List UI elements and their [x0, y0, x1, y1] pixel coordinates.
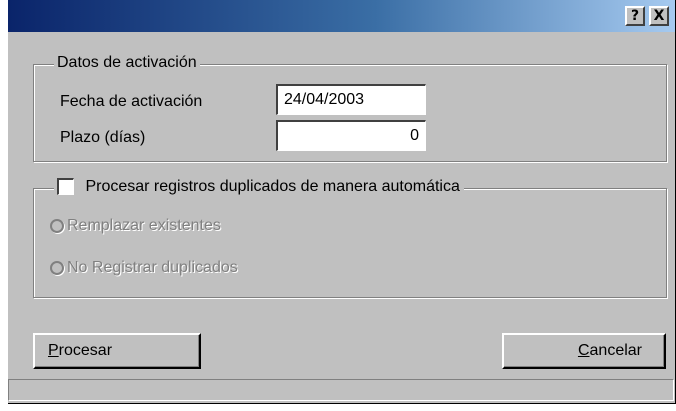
- duplicates-legend: Procesar registros duplicados de manera …: [54, 176, 464, 198]
- cancel-button-mnemonic: C: [577, 342, 590, 359]
- cancel-button-label: ancelar: [589, 342, 642, 359]
- activation-date-field[interactable]: [276, 84, 426, 115]
- term-days-field[interactable]: [276, 120, 426, 151]
- process-duplicates-label[interactable]: Procesar registros duplicados de manera …: [85, 178, 459, 195]
- activation-data-legend: Datos de activación: [54, 53, 200, 73]
- process-duplicates-checkbox[interactable]: [57, 177, 74, 195]
- duplicates-group: [33, 188, 667, 298]
- help-button[interactable]: ?: [625, 6, 645, 26]
- term-days-label: Plazo (días): [60, 129, 146, 146]
- process-button-label: rocesar: [58, 342, 113, 359]
- process-button[interactable]: Procesar: [33, 333, 201, 369]
- title-bar[interactable]: ? X: [8, 0, 675, 32]
- skip-duplicates-label[interactable]: No Registrar duplicados: [67, 258, 238, 278]
- status-bar: [8, 379, 674, 401]
- close-button[interactable]: X: [649, 6, 669, 26]
- replace-existing-radio[interactable]: [50, 219, 64, 233]
- activation-date-label: Fecha de activación: [60, 93, 203, 110]
- cancel-button[interactable]: Cancelar: [502, 333, 666, 369]
- activation-dialog: ? X Datos de activación Fecha de activac…: [8, 0, 676, 404]
- process-button-mnemonic: P: [48, 342, 59, 359]
- replace-existing-label[interactable]: Remplazar existentes: [67, 216, 221, 236]
- skip-duplicates-radio[interactable]: [50, 261, 64, 275]
